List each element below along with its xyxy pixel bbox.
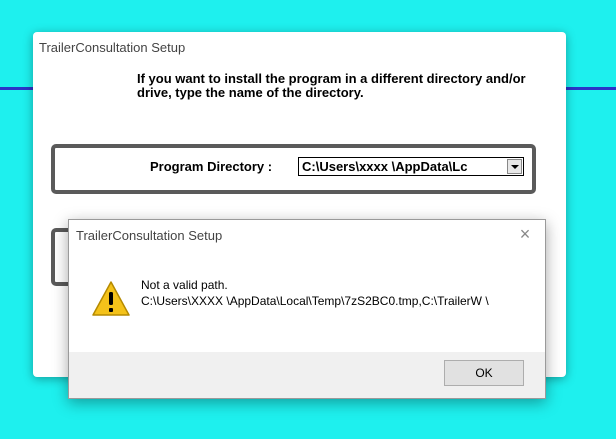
setup-window-title: TrailerConsultation Setup [39,40,186,55]
ok-button[interactable]: OK [444,360,524,386]
error-dialog-footer: OK [69,352,545,398]
chevron-down-icon[interactable] [507,159,522,174]
error-heading: Not a valid path. [141,278,228,292]
error-dialog: TrailerConsultation Setup × Not a valid … [68,219,546,399]
close-icon[interactable]: × [516,225,534,243]
error-dialog-body: Not a valid path. C:\Users\XXXX \AppData… [69,252,545,352]
program-directory-value: C:\Users\xxxx \AppData\Lc [302,159,468,174]
setup-instructions: If you want to install the program in a … [137,71,526,100]
warning-icon [92,281,130,316]
desktop-line-right [566,87,616,90]
program-directory-label: Program Directory : [150,159,273,174]
error-path-text: C:\Users\XXXX \AppData\Local\Temp\7zS2BC… [141,294,489,308]
program-directory-combobox[interactable]: C:\Users\xxxx \AppData\Lc [298,157,524,176]
error-dialog-title: TrailerConsultation Setup [76,228,223,243]
program-directory-group: Program Directory : C:\Users\xxxx \AppDa… [51,144,536,194]
